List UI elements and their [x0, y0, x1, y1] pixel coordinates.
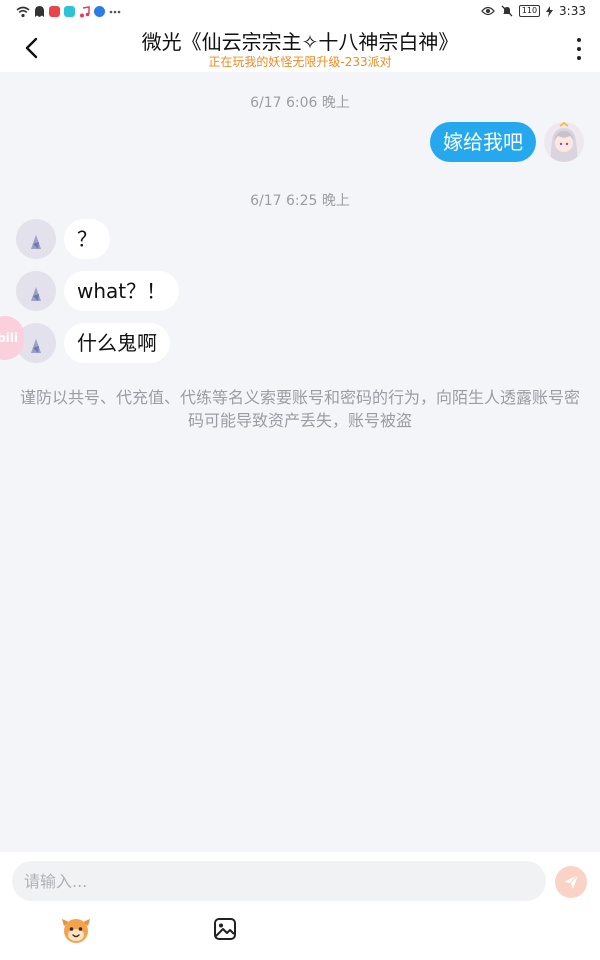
send-button[interactable] — [555, 866, 587, 898]
emoji-button[interactable] — [60, 914, 92, 946]
incoming-message[interactable]: what？！ — [64, 271, 180, 311]
more-dots-icon — [109, 10, 121, 13]
back-button[interactable] — [22, 34, 42, 62]
ghost-icon — [35, 6, 44, 17]
send-icon — [564, 874, 579, 889]
contact-avatar[interactable] — [16, 271, 56, 311]
chat-header: 微光《仙云宗宗主✧十八神宗白神》 正在玩我的妖怪无限升级-233派对 — [0, 26, 600, 72]
app-teal-icon — [64, 6, 75, 17]
status-bar-right: 110 3:33 — [480, 4, 586, 18]
playing-status: 正在玩我的妖怪无限升级-233派对 — [208, 55, 392, 69]
security-warning: 谨防以共号、代充值、代练等名义索要账号和密码的行为，向陌生人透露账号密码可能导致… — [20, 388, 581, 430]
outgoing-message[interactable]: 嫁给我吧 — [430, 122, 536, 162]
status-bar-left — [16, 5, 121, 18]
page-title: 微光《仙云宗宗主✧十八神宗白神》 — [141, 30, 459, 54]
wifi-icon — [16, 6, 30, 17]
emoji-face-icon — [62, 919, 90, 943]
status-bar: 110 3:33 — [0, 0, 600, 26]
bili-logo-text: bili — [0, 331, 18, 345]
timestamp: 6/17 6:25 晚上 — [250, 193, 350, 209]
chevron-left-icon — [25, 37, 38, 59]
mute-icon — [501, 5, 513, 17]
image-button[interactable] — [212, 916, 238, 942]
image-icon — [214, 918, 236, 940]
battery-icon: 110 — [518, 5, 541, 17]
more-vertical-icon — [577, 38, 581, 42]
charging-icon — [546, 5, 554, 17]
app-red-icon — [49, 6, 60, 17]
incoming-message[interactable]: 什么鬼啊 — [64, 323, 170, 363]
app-blue-icon — [94, 6, 105, 17]
eye-icon — [480, 6, 495, 16]
my-avatar[interactable] — [544, 122, 584, 162]
more-options-button[interactable] — [574, 38, 584, 60]
incoming-message[interactable]: ？ — [64, 219, 110, 259]
message-input[interactable] — [12, 861, 546, 901]
timestamp: 6/17 6:06 晚上 — [250, 95, 350, 111]
composer-bar — [0, 852, 600, 960]
status-time: 3:33 — [559, 4, 586, 18]
contact-avatar[interactable] — [16, 219, 56, 259]
music-icon — [80, 5, 90, 17]
